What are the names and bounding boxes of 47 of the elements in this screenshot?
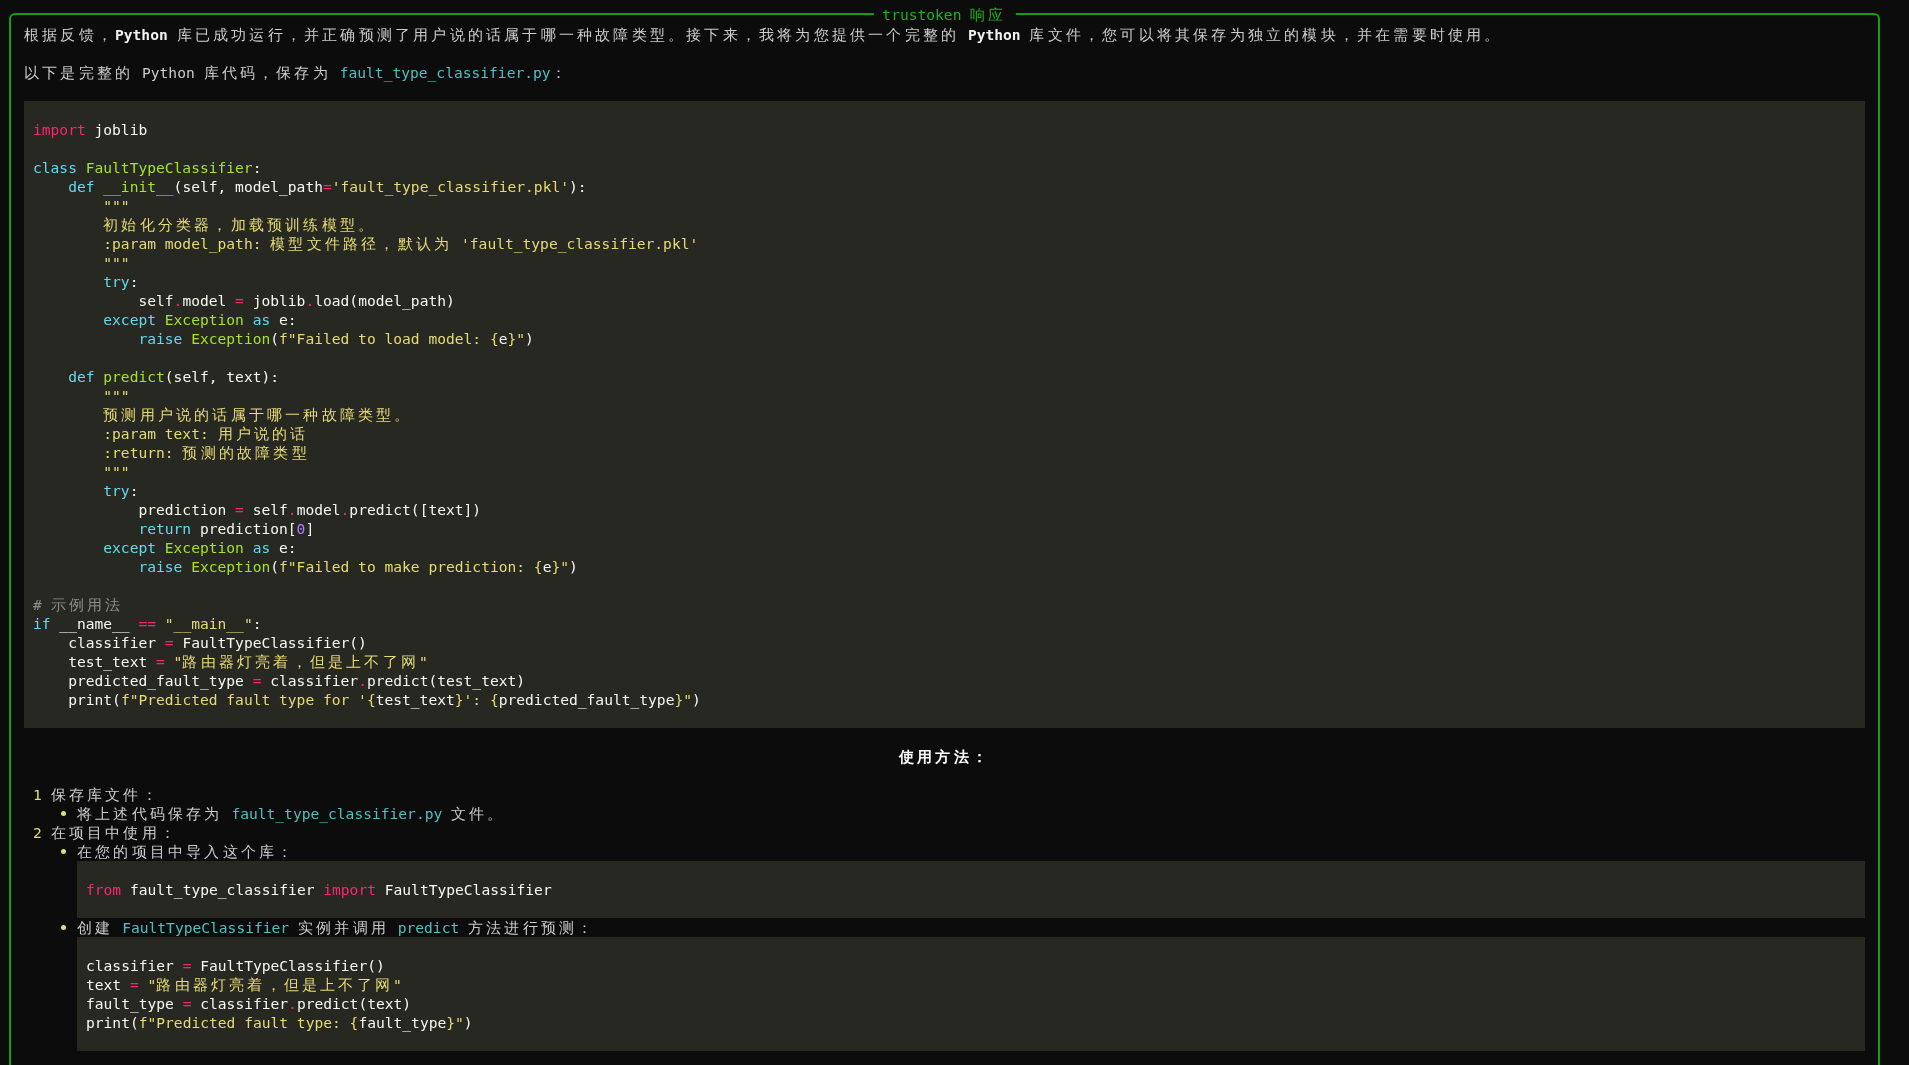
list-item-text: 创建 FaultTypeClassifier 实例并调用 predict 方法进行预测： <box>77 917 596 937</box>
code-line: self.model = joblib.load(model_path) <box>138 290 455 310</box>
code-line: try: <box>103 271 139 291</box>
code-line: print(f"Predicted fault type: {fault_type}") <box>86 1013 473 1032</box>
list-item-text: 将上述代码保存为 fault_type_classifier.py 文件。 <box>77 803 506 823</box>
panel-title: trustoken 响应 <box>873 4 1016 24</box>
list-item-text: 在您的项目中导入这个库： <box>77 841 296 861</box>
code-line: """ <box>103 196 130 215</box>
code-line: raise Exception(f"Failed to load model: {e}") <box>138 328 534 348</box>
code-line: """ <box>103 385 130 405</box>
code-line: from fault_type_classifier import FaultTypeClassifier <box>86 879 552 899</box>
code-line: except Exception as e: <box>103 309 297 329</box>
bullet-icon <box>61 924 67 930</box>
code-line: text = "路由器灯亮着，但是上不了网" <box>86 974 402 994</box>
code-line: 初始化分类器，加载预训练模型。 <box>103 214 377 234</box>
list-number: 1 <box>33 784 42 804</box>
code-line: """ <box>103 461 130 481</box>
code-line: print(f"Predicted fault type for '{test_text}': {predicted_fault_type}") <box>68 690 701 709</box>
bullet-icon <box>61 848 67 854</box>
code-line: fault_type = classifier.predict(text) <box>86 993 412 1013</box>
code-line: prediction = self.model.predict([text]) <box>138 499 482 519</box>
code-line: except Exception as e: <box>103 537 297 557</box>
list-item-text: 在项目中使用： <box>50 822 178 842</box>
list-number: 2 <box>33 822 42 842</box>
code-line: return prediction[0] <box>138 518 315 538</box>
code-line: # 示例用法 <box>33 594 124 614</box>
code-line: try: <box>103 480 139 500</box>
list-item-text: 保存库文件： <box>50 784 160 804</box>
code-line: raise Exception(f"Failed to make prediction: {e}") <box>138 556 578 576</box>
code-line: """ <box>103 252 130 272</box>
paragraph-text: 以下是完整的 Python 库代码，保存为 fault_type_classifier.py： <box>24 62 569 82</box>
code-line: class FaultTypeClassifier: <box>33 157 262 177</box>
code-line: :param model_path: 模型文件路径，默认为 'fault_type_classifier.pkl' <box>103 233 699 253</box>
code-line: def predict(self, text): <box>68 366 280 386</box>
code-line: if __name__ == "__main__": <box>33 613 262 633</box>
code-line: classifier = FaultTypeClassifier() <box>68 633 367 652</box>
code-line: import joblib <box>33 119 148 139</box>
paragraph-text: 根据反馈，Python 库已成功运行，并正确预测了用户说的话属于哪一种故障类型。接下来，我将为您提供一个完整的 Python 库文件，您可以将其保存为独立的模块，并在需要时使用。 <box>24 24 1503 44</box>
code-line: :param text: 用户说的话 <box>103 423 309 443</box>
section-heading: 使用方法： <box>899 746 990 766</box>
code-line: :return: 预测的故障类型 <box>103 442 310 462</box>
code-line: test_text = "路由器灯亮着，但是上不了网" <box>68 651 428 671</box>
code-line: predicted_fault_type = classifier.predict(test_text) <box>68 671 526 690</box>
code-line: classifier = FaultTypeClassifier() <box>86 955 385 975</box>
code-line: 预测用户说的话属于哪一种故障类型。 <box>103 404 413 424</box>
code-line: def __init__(self, model_path='fault_type_classifier.pkl'): <box>68 176 587 196</box>
bullet-icon <box>61 810 67 816</box>
